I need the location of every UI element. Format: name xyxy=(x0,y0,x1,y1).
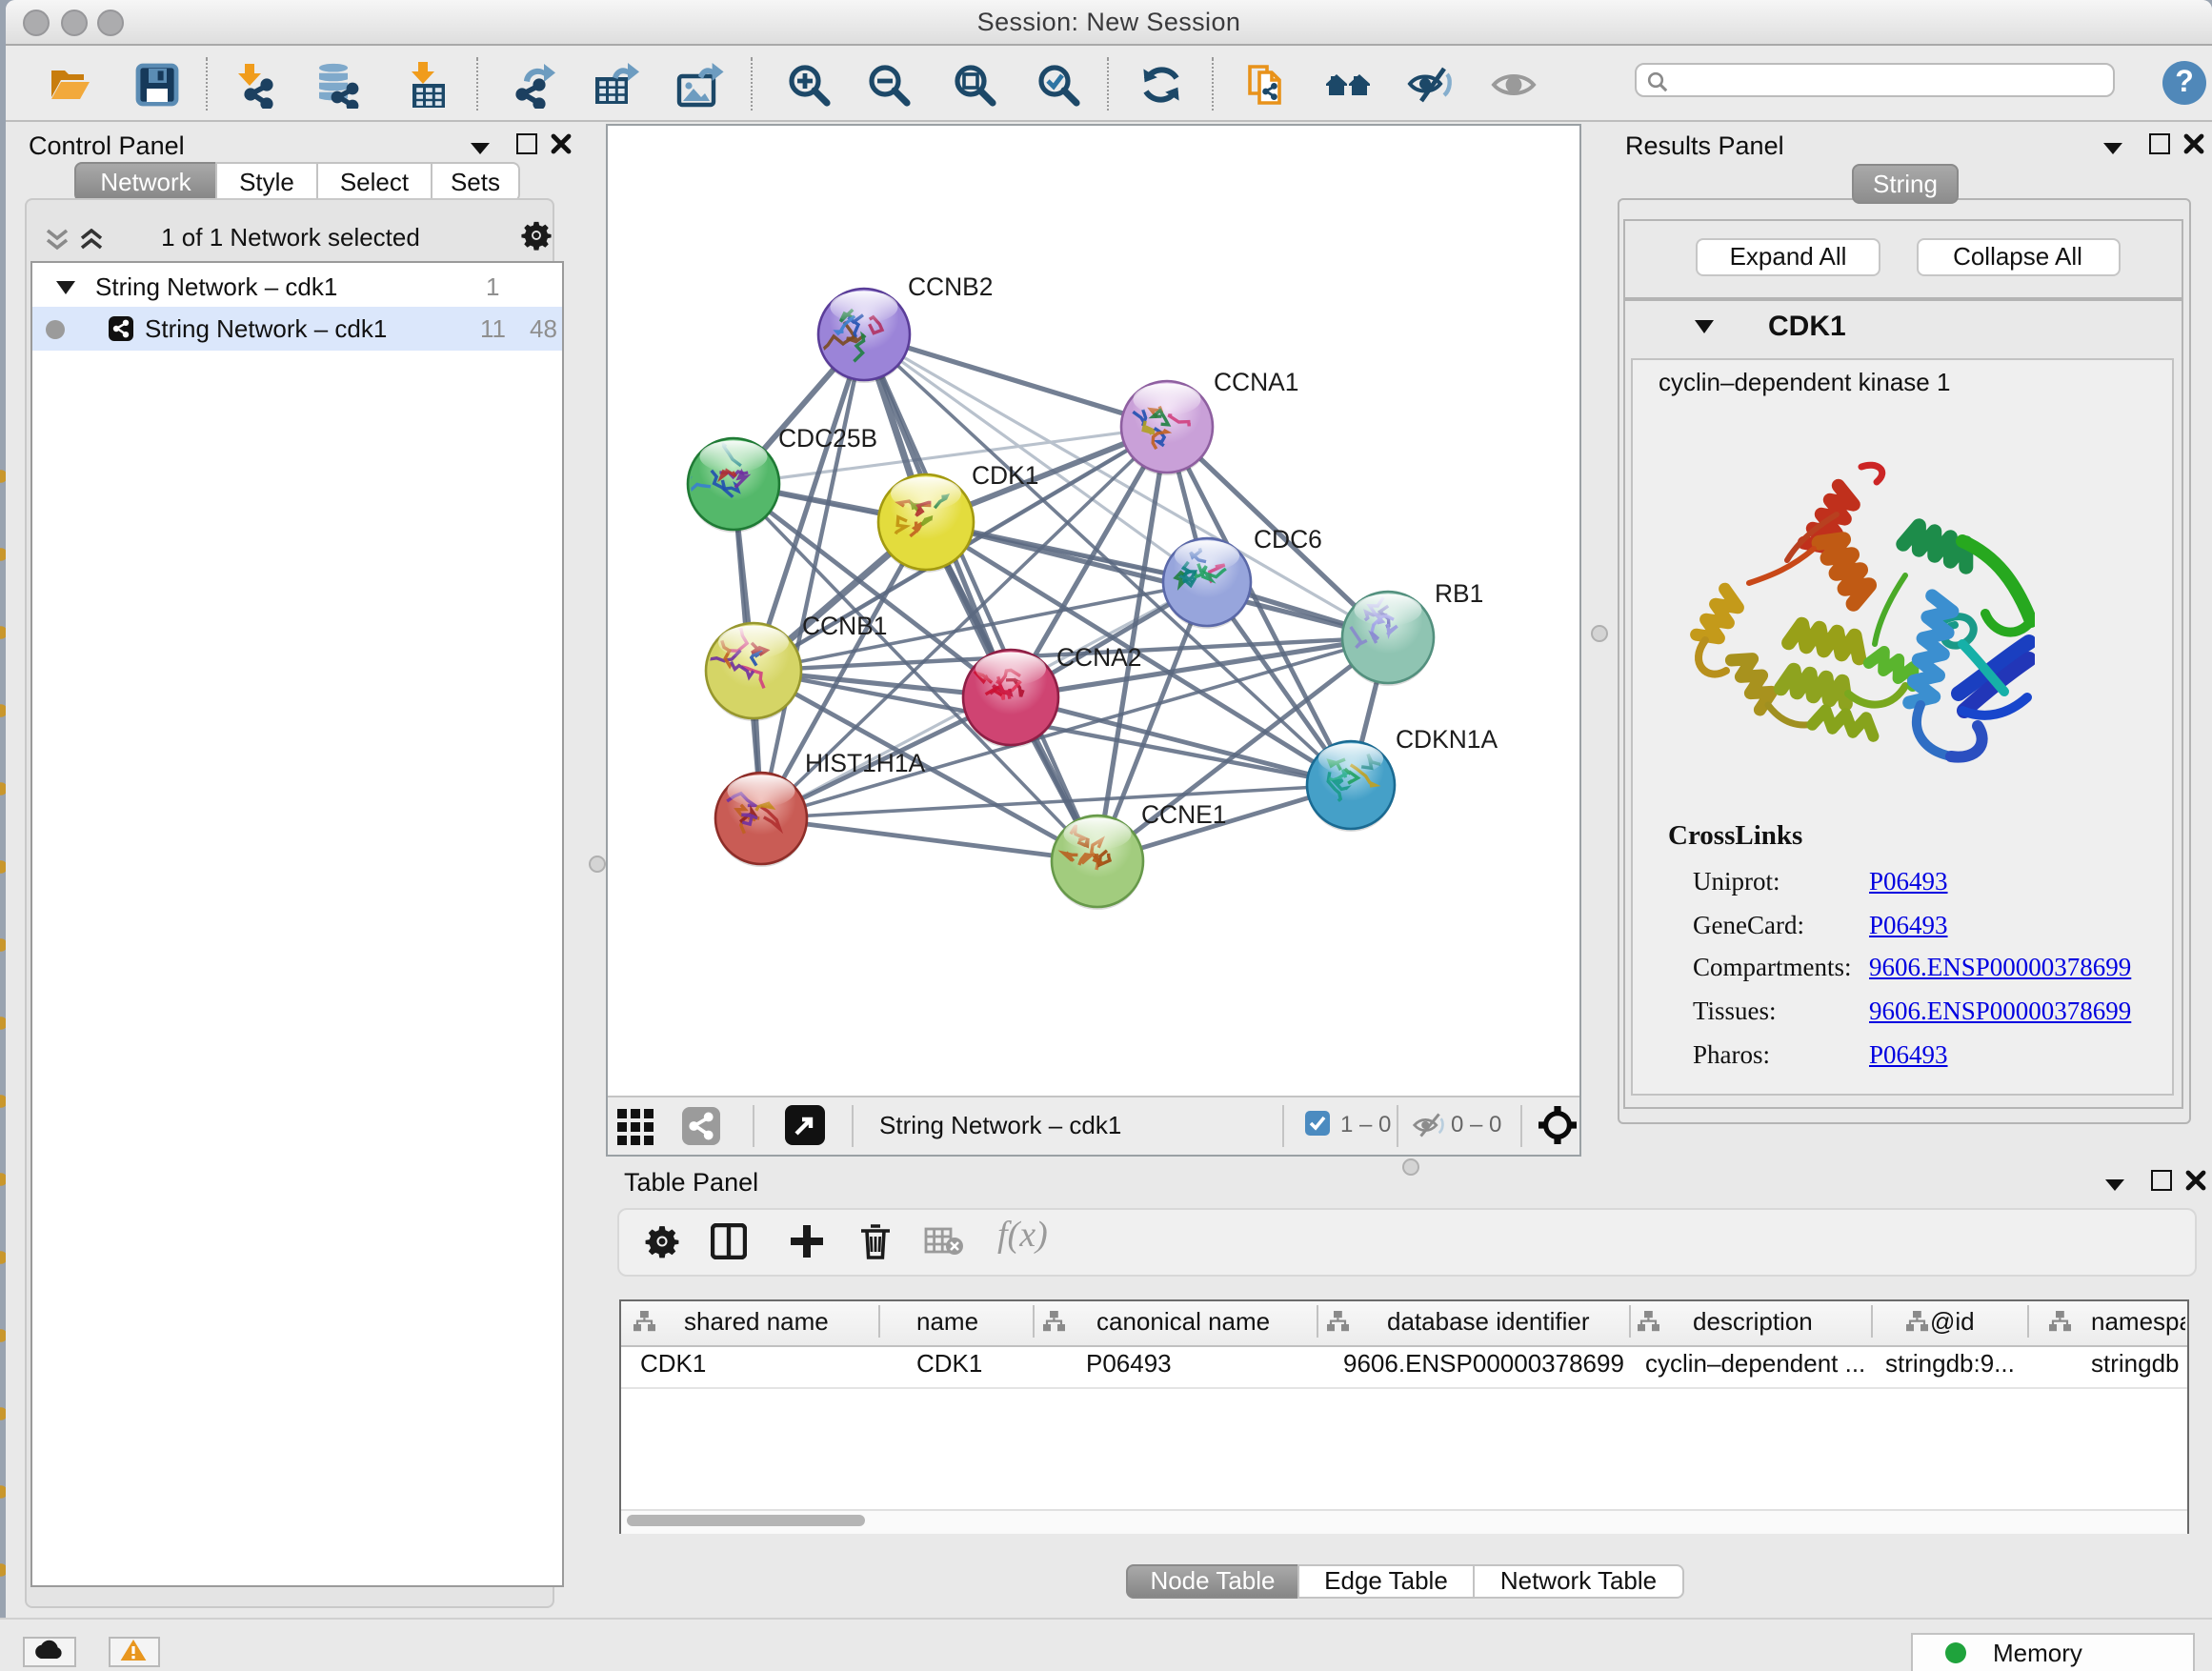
svg-text:HIST1H1A: HIST1H1A xyxy=(804,748,925,776)
svg-text:CCNB1: CCNB1 xyxy=(801,611,886,639)
svg-text:CDC6: CDC6 xyxy=(1253,524,1321,553)
svg-text:CCNA1: CCNA1 xyxy=(1213,367,1297,395)
svg-text:CDK1: CDK1 xyxy=(971,460,1037,489)
svg-text:RB1: RB1 xyxy=(1434,578,1482,607)
svg-text:CDKN1A: CDKN1A xyxy=(1395,724,1497,753)
svg-text:CDC25B: CDC25B xyxy=(777,423,876,452)
svg-text:CCNB2: CCNB2 xyxy=(907,272,992,300)
svg-text:CCNA2: CCNA2 xyxy=(1056,642,1140,671)
svg-text:CCNE1: CCNE1 xyxy=(1140,799,1225,828)
